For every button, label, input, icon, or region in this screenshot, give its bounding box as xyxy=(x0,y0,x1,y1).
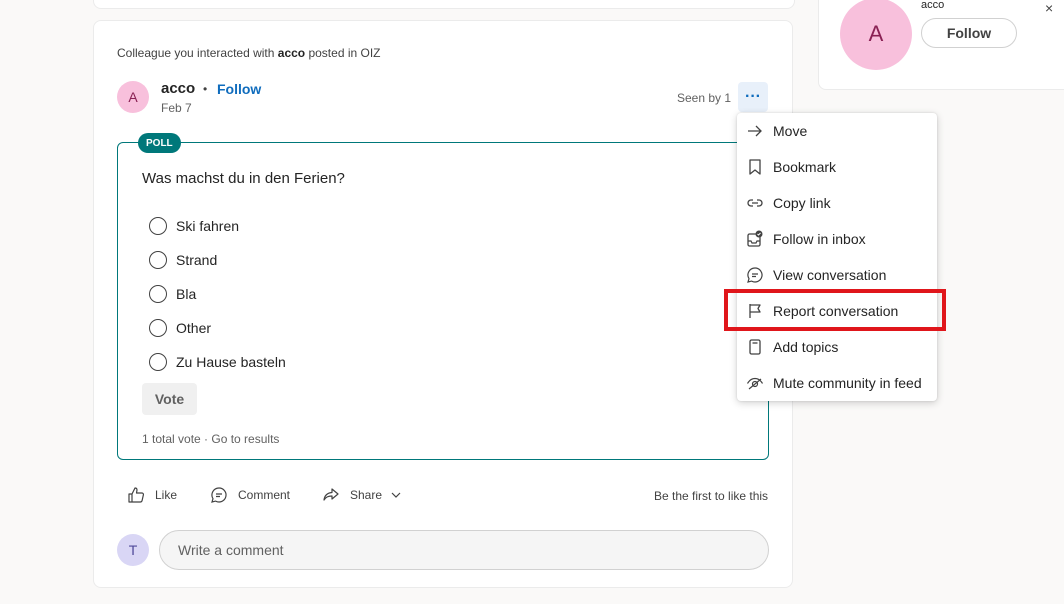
eye-off-icon xyxy=(746,374,764,392)
share-button[interactable]: Share xyxy=(322,486,402,504)
follow-link[interactable]: Follow xyxy=(217,81,261,97)
menu-item-view-conversation[interactable]: View conversation xyxy=(737,257,937,293)
radio-button[interactable] xyxy=(149,319,167,337)
menu-item-label: Mute community in feed xyxy=(773,375,922,391)
radio-button[interactable] xyxy=(149,251,167,269)
menu-item-bookmark[interactable]: Bookmark xyxy=(737,149,937,185)
poll-option[interactable]: Other xyxy=(149,317,211,339)
highlight-box xyxy=(724,289,946,331)
inbox-follow-icon xyxy=(746,230,764,248)
bookmark-icon xyxy=(746,158,764,176)
poll-question: Was machst du in den Ferien? xyxy=(142,170,345,187)
poll-container xyxy=(117,142,769,460)
menu-item-label: View conversation xyxy=(773,267,887,283)
comment-label: Comment xyxy=(238,488,291,502)
poll-option[interactable]: Ski fahren xyxy=(149,215,239,237)
post-date: Feb 7 xyxy=(161,101,192,115)
menu-item-label: Add topics xyxy=(773,339,839,355)
menu-item-copy-link[interactable]: Copy link xyxy=(737,185,937,221)
conversation-icon xyxy=(746,266,764,284)
author-name[interactable]: acco xyxy=(161,80,195,97)
comment-button[interactable]: Comment xyxy=(210,486,290,504)
radio-button[interactable] xyxy=(149,217,167,235)
more-icon: ··· xyxy=(745,88,761,105)
poll-option[interactable]: Zu Hause basteln xyxy=(149,351,286,373)
context-user[interactable]: acco xyxy=(278,46,305,60)
topic-icon xyxy=(746,338,764,356)
previous-card-edge xyxy=(93,0,795,9)
like-summary: Be the first to like this xyxy=(654,489,769,503)
arrow-right-icon xyxy=(746,122,764,140)
post-context: Colleague you interacted with acco poste… xyxy=(117,46,381,60)
current-user-avatar[interactable]: T xyxy=(117,534,149,566)
comment-input[interactable]: Write a comment xyxy=(159,530,769,570)
vote-summary[interactable]: 1 total vote · Go to results xyxy=(142,432,279,446)
profile-follow-button[interactable]: Follow xyxy=(921,18,1017,48)
menu-item-label: Copy link xyxy=(773,195,831,211)
seen-by-count[interactable]: Seen by 1 xyxy=(677,91,731,105)
menu-item-add-topics[interactable]: Add topics xyxy=(737,329,937,365)
menu-item-move[interactable]: Move xyxy=(737,113,937,149)
profile-name[interactable]: acco xyxy=(921,0,944,11)
like-button[interactable]: Like xyxy=(127,486,177,504)
menu-item-mute-community[interactable]: Mute community in feed xyxy=(737,365,937,401)
avatar[interactable]: A xyxy=(840,0,912,70)
chevron-down-icon xyxy=(391,492,401,498)
menu-item-label: Follow in inbox xyxy=(773,231,866,247)
link-icon xyxy=(746,194,764,212)
poll-option[interactable]: Strand xyxy=(149,249,217,271)
separator: • xyxy=(203,82,208,96)
poll-option[interactable]: Bla xyxy=(149,283,196,305)
close-icon[interactable]: × xyxy=(1045,0,1053,16)
poll-badge: POLL xyxy=(138,133,181,153)
author-avatar[interactable]: A xyxy=(117,81,149,113)
like-icon xyxy=(128,487,145,503)
more-options-button[interactable]: ··· xyxy=(738,82,768,112)
post-options-menu: Move Bookmark Copy link Follow in inbox … xyxy=(737,113,937,401)
share-icon xyxy=(323,488,339,501)
share-label: Share xyxy=(350,488,383,502)
comment-icon xyxy=(211,487,227,503)
menu-item-label: Bookmark xyxy=(773,159,837,175)
radio-button[interactable] xyxy=(149,353,167,371)
like-label: Like xyxy=(155,488,178,502)
radio-button[interactable] xyxy=(149,285,167,303)
menu-item-label: Move xyxy=(773,123,808,139)
vote-button[interactable]: Vote xyxy=(142,383,197,415)
menu-item-follow-in-inbox[interactable]: Follow in inbox xyxy=(737,221,937,257)
